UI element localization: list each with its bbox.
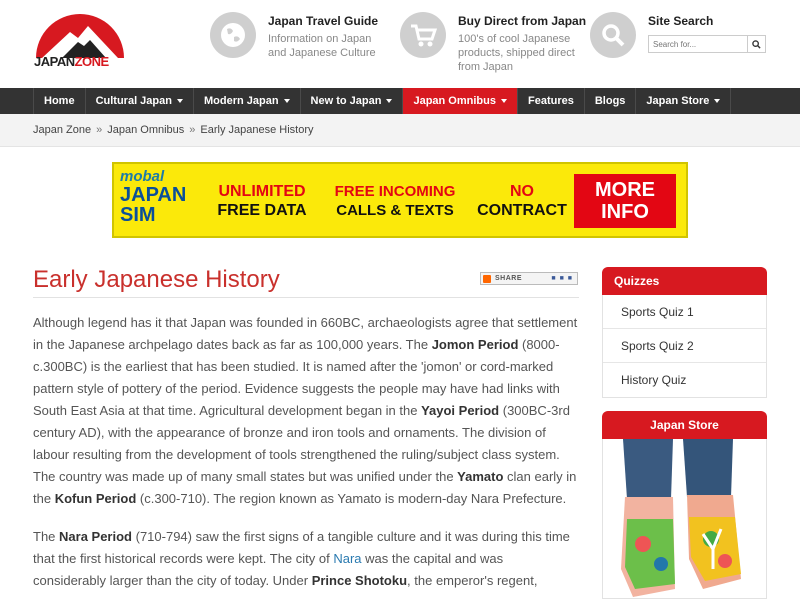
article-paragraph-2: The Nara Period (710-794) saw the first … xyxy=(33,526,579,592)
site-header: JAPANZONE Japan Travel Guide Information… xyxy=(0,0,800,88)
search-button[interactable] xyxy=(747,36,765,52)
caret-down-icon xyxy=(386,99,393,103)
quizzes-heading: Quizzes xyxy=(602,267,767,295)
caret-down-icon xyxy=(714,99,721,103)
article-text: The xyxy=(33,529,60,544)
article-text: (c.300-710). The region known as Yamato … xyxy=(136,491,567,506)
article-bold-term: Yamato xyxy=(457,469,504,484)
magnifier-icon xyxy=(752,39,761,49)
nav-modern-japan[interactable]: Modern Japan xyxy=(194,88,301,114)
site-search-title: Site Search xyxy=(648,14,714,28)
banner-unlimited-data: UNLIMITED FREE DATA xyxy=(217,183,307,219)
quiz-list: Sports Quiz 1 Sports Quiz 2 History Quiz xyxy=(602,295,767,398)
article-bold-term: Kofun Period xyxy=(54,491,137,506)
main-nav: Home Cultural Japan Modern Japan New to … xyxy=(0,88,800,114)
caret-down-icon xyxy=(500,99,507,103)
breadcrumb: Japan Zone» Japan Omnibus» Early Japanese … xyxy=(33,124,314,136)
article-bold-term: Yayoi Period xyxy=(421,403,500,418)
travel-guide-desc: Information on Japan and Japanese Cultur… xyxy=(268,33,376,59)
caret-down-icon xyxy=(176,99,183,103)
nav-home[interactable]: Home xyxy=(33,88,86,114)
quiz-link-sports-2[interactable]: Sports Quiz 2 xyxy=(603,329,766,363)
article: Early Japanese History SHARE ■ ■ ■ Altho… xyxy=(33,262,579,592)
cart-icon xyxy=(400,12,446,58)
logo-wordmark: JAPANZONE xyxy=(34,54,109,69)
japan-store-heading: Japan Store xyxy=(602,411,767,439)
nav-japan-store[interactable]: Japan Store xyxy=(636,88,732,114)
banner-free-incoming: FREE INCOMING CALLS & TEXTS xyxy=(334,183,456,219)
mobal-logo: mobal JAPAN SIM xyxy=(120,168,187,226)
article-link[interactable]: Nara xyxy=(333,551,361,566)
mobal-sim-banner[interactable]: mobal JAPAN SIM UNLIMITED FREE DATA FREE … xyxy=(112,162,688,238)
store-product-image[interactable] xyxy=(602,439,767,599)
tabi-socks-image xyxy=(603,439,766,598)
breadcrumb-japan-zone[interactable]: Japan Zone xyxy=(33,124,91,136)
nav-blogs[interactable]: Blogs xyxy=(585,88,637,114)
article-bold-term: Prince Shotoku xyxy=(311,573,408,588)
article-paragraph-1: Although legend has it that Japan was fo… xyxy=(33,312,579,510)
breadcrumb-current: Early Japanese History xyxy=(200,124,314,136)
banner-no-contract: NO CONTRACT xyxy=(477,183,567,219)
japan-store-box: Japan Store xyxy=(602,411,767,599)
buy-direct-desc: 100's of cool Japanese products, shipped… xyxy=(458,33,575,73)
breadcrumb-japan-omnibus[interactable]: Japan Omnibus xyxy=(107,124,184,136)
quiz-link-sports-1[interactable]: Sports Quiz 1 xyxy=(603,295,766,329)
search-box xyxy=(648,35,766,53)
nav-japan-omnibus[interactable]: Japan Omnibus xyxy=(403,88,518,114)
quiz-link-history[interactable]: History Quiz xyxy=(603,363,766,397)
travel-guide-title[interactable]: Japan Travel Guide xyxy=(268,14,378,28)
search-icon xyxy=(590,12,636,58)
search-input[interactable] xyxy=(649,36,747,52)
globe-icon xyxy=(210,12,256,58)
nav-new-to-japan[interactable]: New to Japan xyxy=(301,88,404,114)
nav-features[interactable]: Features xyxy=(518,88,585,114)
share-button[interactable]: SHARE ■ ■ ■ xyxy=(480,272,578,285)
banner-more-info-button[interactable]: MORE INFO xyxy=(574,174,676,228)
social-icons: ■ ■ ■ xyxy=(551,275,573,282)
article-bold-term: Jomon Period xyxy=(431,337,519,352)
buy-direct-title[interactable]: Buy Direct from Japan xyxy=(458,14,586,28)
article-text: , the emperor's regent, xyxy=(407,573,538,588)
article-bold-term: Nara Period xyxy=(59,529,132,544)
sidebar: Quizzes Sports Quiz 1 Sports Quiz 2 Hist… xyxy=(602,267,767,599)
caret-down-icon xyxy=(283,99,290,103)
breadcrumb-bar: Japan Zone» Japan Omnibus» Early Japanese … xyxy=(0,114,800,147)
share-icon xyxy=(483,275,491,283)
nav-cultural-japan[interactable]: Cultural Japan xyxy=(86,88,194,114)
